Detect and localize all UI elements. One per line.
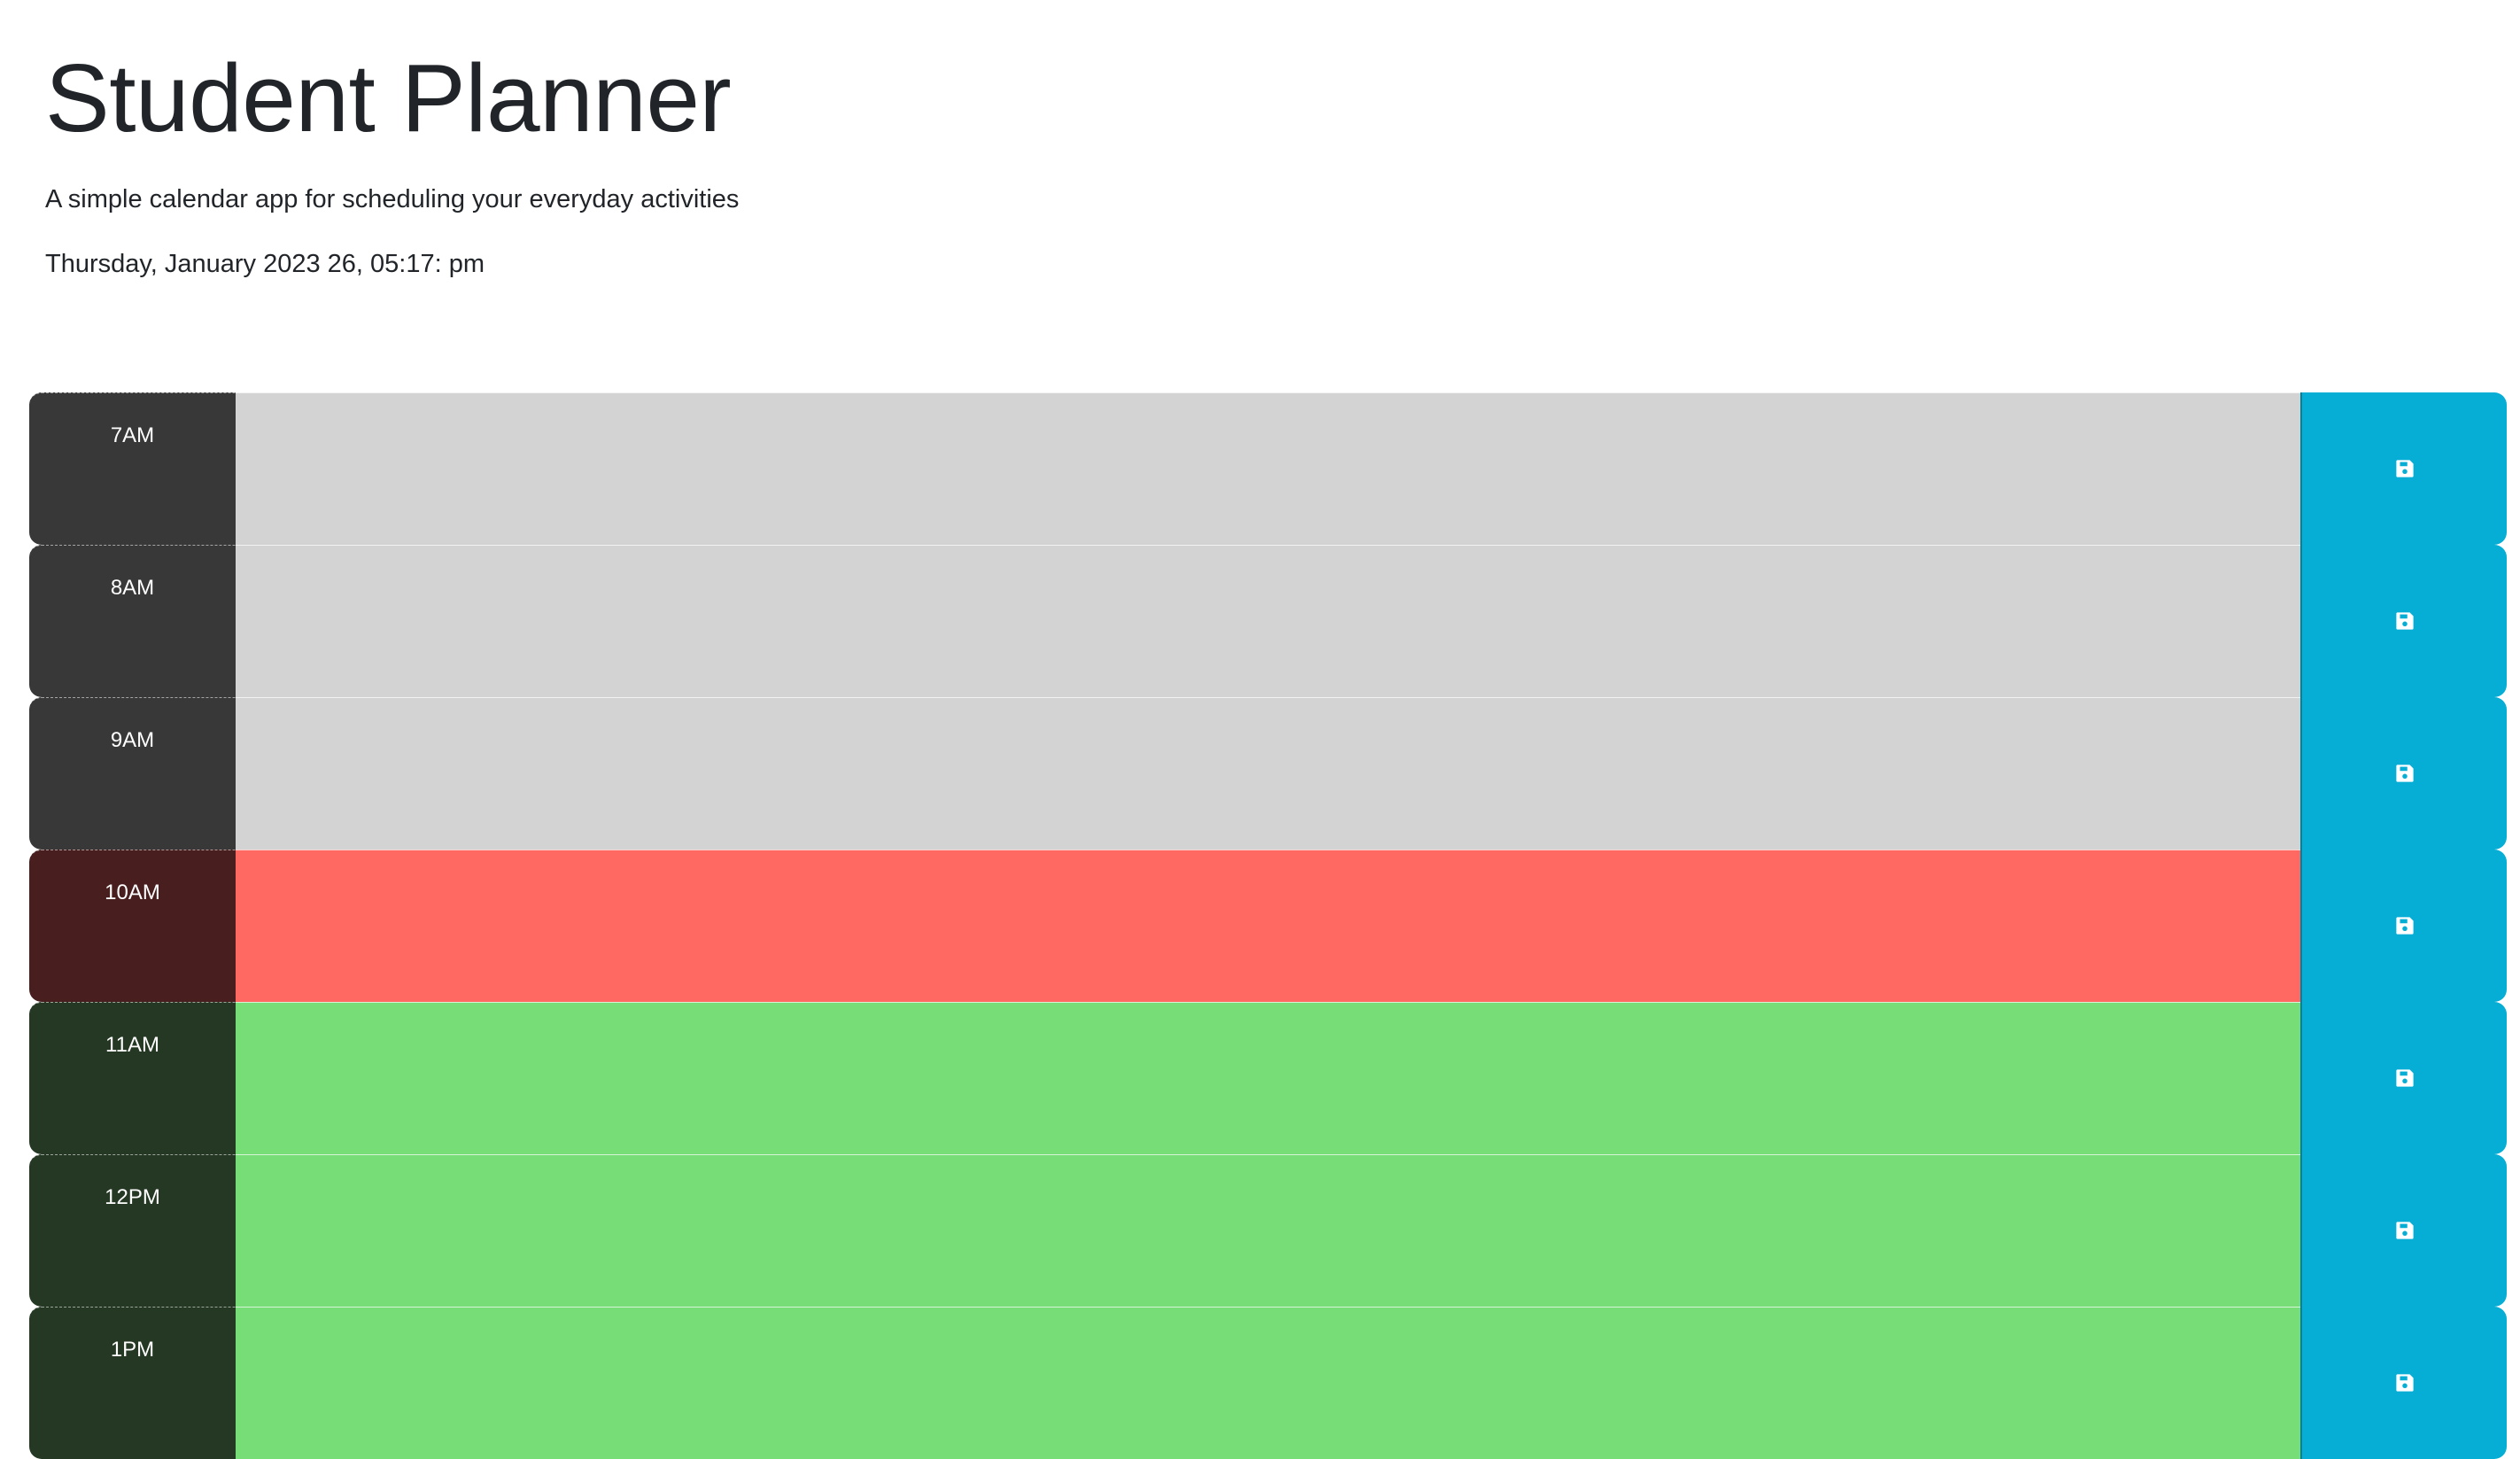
save-button[interactable]	[2300, 697, 2507, 850]
current-datetime: Thursday, January 2023 26, 05:17: pm	[45, 249, 485, 278]
floppy-disk-icon	[2395, 916, 2415, 935]
hour-label: 7AM	[29, 392, 236, 545]
hour-label: 12PM	[29, 1154, 236, 1307]
time-block-row: 7AM	[29, 392, 2507, 545]
task-input[interactable]	[236, 850, 2300, 1002]
floppy-disk-icon	[2395, 459, 2415, 478]
task-input[interactable]	[236, 1307, 2300, 1459]
page-header: Student Planner A simple calendar app fo…	[45, 35, 2437, 280]
floppy-disk-icon	[2395, 1373, 2415, 1393]
floppy-disk-icon	[2395, 764, 2415, 783]
task-input[interactable]	[236, 1154, 2300, 1307]
page-title: Student Planner	[45, 44, 732, 152]
page-subtitle: A simple calendar app for scheduling you…	[45, 185, 740, 213]
hour-label: 10AM	[29, 850, 236, 1002]
time-block-row: 8AM	[29, 545, 2507, 697]
task-input[interactable]	[236, 1002, 2300, 1154]
time-block-row: 12PM	[29, 1154, 2507, 1307]
task-input[interactable]	[236, 545, 2300, 697]
save-button[interactable]	[2300, 850, 2507, 1002]
time-block-list: 7AM 8AM 9AM 10AM 11AM 12PM 1PM	[29, 392, 2507, 1459]
time-block-row: 9AM	[29, 697, 2507, 850]
hour-label: 1PM	[29, 1307, 236, 1459]
save-button[interactable]	[2300, 545, 2507, 697]
floppy-disk-icon	[2395, 1221, 2415, 1240]
hour-label: 11AM	[29, 1002, 236, 1154]
task-input[interactable]	[236, 697, 2300, 850]
task-input[interactable]	[236, 392, 2300, 545]
hour-label: 9AM	[29, 697, 236, 850]
save-button[interactable]	[2300, 1154, 2507, 1307]
save-button[interactable]	[2300, 392, 2507, 545]
floppy-disk-icon	[2395, 1068, 2415, 1088]
time-block-row: 1PM	[29, 1307, 2507, 1459]
save-button[interactable]	[2300, 1002, 2507, 1154]
floppy-disk-icon	[2395, 611, 2415, 631]
hour-label: 8AM	[29, 545, 236, 697]
time-block-row: 10AM	[29, 850, 2507, 1002]
time-block-row: 11AM	[29, 1002, 2507, 1154]
save-button[interactable]	[2300, 1307, 2507, 1459]
